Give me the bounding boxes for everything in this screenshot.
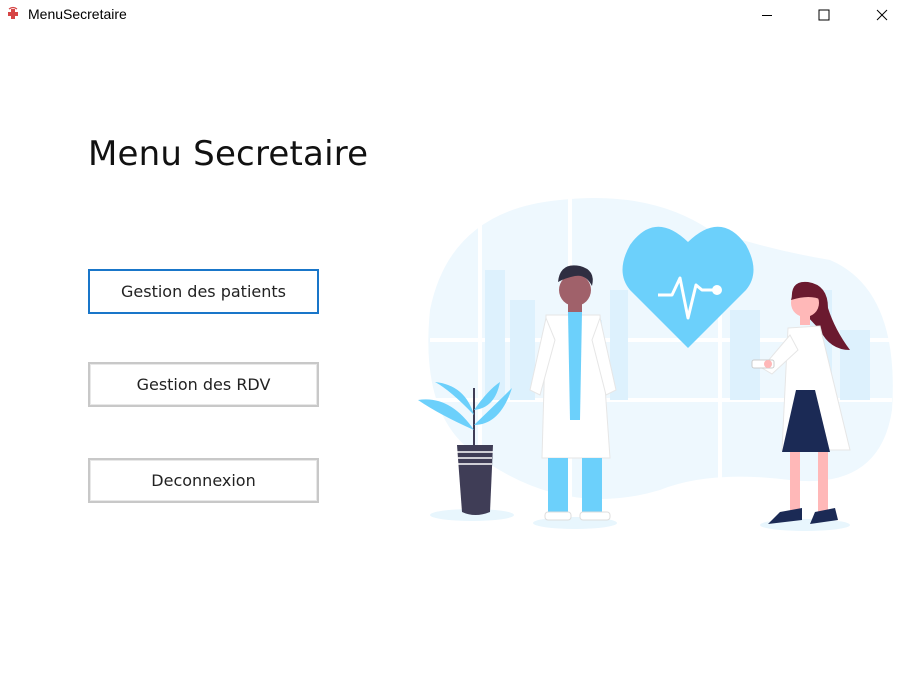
window-title: MenuSecretaire	[28, 6, 127, 22]
logout-button[interactable]: Deconnexion	[88, 458, 319, 503]
medical-cross-icon	[8, 6, 18, 19]
close-button[interactable]	[859, 0, 905, 30]
page-title: Menu Secretaire	[88, 134, 369, 174]
maximize-icon	[818, 9, 830, 21]
medical-staff-illustration	[418, 195, 893, 531]
title-bar[interactable]: MenuSecretaire	[0, 0, 908, 30]
close-icon	[876, 9, 888, 21]
minimize-button[interactable]	[744, 0, 790, 30]
appointments-management-button[interactable]: Gestion des RDV	[88, 362, 319, 407]
minimize-icon	[762, 15, 772, 16]
app-window: MenuSecretaire Menu Secretaire Gestion d…	[0, 0, 908, 690]
maximize-button[interactable]	[801, 0, 847, 30]
patients-management-button[interactable]: Gestion des patients	[88, 269, 319, 314]
